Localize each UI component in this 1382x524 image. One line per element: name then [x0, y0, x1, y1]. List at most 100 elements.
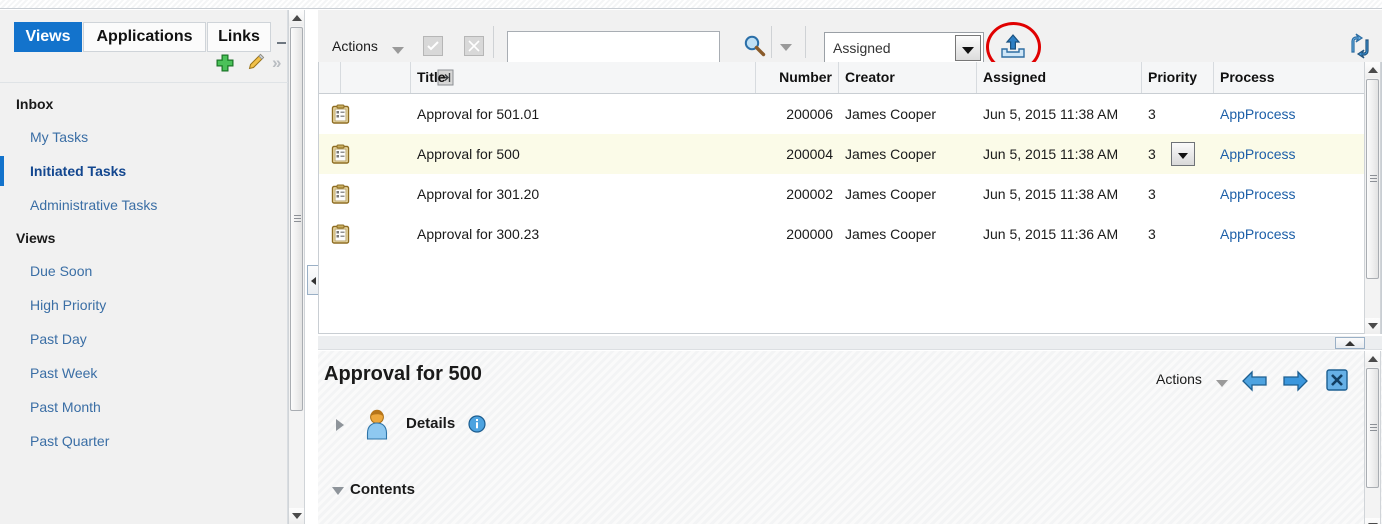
chevron-down-icon[interactable] [392, 47, 404, 54]
close-icon[interactable] [1326, 369, 1348, 391]
cell-title[interactable]: Approval for 500 [411, 134, 756, 174]
cell-process[interactable]: AppProcess [1214, 134, 1364, 174]
table-scrollbar[interactable] [1364, 62, 1381, 334]
priority-dropdown-button[interactable] [1171, 142, 1195, 166]
sidebar-navigation: Inbox My Tasks Initiated Tasks Administr… [0, 88, 288, 458]
cell-title[interactable]: Approval for 300.23 [411, 214, 756, 254]
cell-process[interactable]: AppProcess [1214, 94, 1364, 134]
scrollbar-grip-icon [1370, 424, 1377, 432]
cell-assigned: Jun 5, 2015 11:36 AM [983, 226, 1119, 242]
scroll-down-arrow-icon[interactable] [1365, 518, 1380, 524]
table-header-priority[interactable]: Priority [1142, 62, 1214, 93]
sidebar-tabbar: Views Applications Links [0, 16, 288, 52]
process-link[interactable]: AppProcess [1220, 146, 1295, 162]
arrow-left-icon[interactable] [1242, 369, 1268, 393]
scrollbar-grip-icon [294, 215, 301, 223]
pencil-icon[interactable] [244, 52, 266, 74]
search-icon[interactable] [742, 34, 768, 60]
nav-group-views: Views [16, 230, 56, 246]
cell-process[interactable]: AppProcess [1214, 174, 1364, 214]
tab-links[interactable]: Links [207, 22, 271, 52]
deselect-all-button[interactable] [464, 36, 484, 56]
tab-views[interactable]: Views [14, 22, 82, 52]
sidebar-item-past-day[interactable]: Past Day [0, 322, 288, 356]
tasks-table: Title Number Creator Assigned Priority P… [318, 62, 1382, 334]
toolbar-divider-1 [493, 26, 494, 58]
process-link[interactable]: AppProcess [1220, 186, 1295, 202]
table-row[interactable]: Approval for 301.20 200002 James Cooper … [319, 174, 1381, 214]
chevron-down-icon[interactable] [1216, 380, 1228, 387]
cell-assigned: Jun 5, 2015 11:38 AM [983, 146, 1119, 162]
table-body: Approval for 501.01 200006 James Cooper … [319, 94, 1381, 254]
cell-process[interactable]: AppProcess [1214, 214, 1364, 254]
filter-select-value: Assigned [833, 40, 891, 56]
scroll-down-arrow-icon[interactable] [289, 508, 304, 524]
cell-number: 200006 [786, 106, 833, 122]
scrollbar-thumb[interactable] [1366, 368, 1379, 488]
disclosure-collapsed-icon[interactable] [336, 419, 344, 431]
table-row[interactable]: Approval for 500 200004 James Cooper Jun… [319, 134, 1381, 174]
filter-select-chevron-down-icon[interactable] [955, 35, 981, 61]
plus-icon[interactable] [214, 52, 236, 74]
task-clipboard-icon [331, 104, 350, 124]
table-row[interactable]: Approval for 300.23 200000 James Cooper … [319, 214, 1381, 254]
sidebar-item-initiated-tasks[interactable]: Initiated Tasks [0, 154, 288, 188]
scrollbar-thumb[interactable] [290, 27, 303, 411]
chevron-left-icon [311, 277, 316, 285]
cell-priority: 3 [1148, 226, 1156, 242]
detail-scrollbar[interactable] [1364, 351, 1381, 524]
info-icon[interactable] [468, 415, 486, 433]
sidebar-item-high-priority[interactable]: High Priority [0, 288, 288, 322]
process-link[interactable]: AppProcess [1220, 226, 1295, 242]
scrollbar-grip-icon [1370, 175, 1377, 183]
sidebar-item-past-week[interactable]: Past Week [0, 356, 288, 390]
sidebar-scrollbar[interactable] [288, 10, 305, 524]
refresh-icon[interactable] [1346, 32, 1374, 60]
sidebar-action-icons: » [0, 52, 288, 78]
toolbar-divider-3 [805, 26, 806, 58]
sidebar-item-due-soon[interactable]: Due Soon [0, 254, 288, 288]
person-icon [362, 408, 392, 442]
cell-assigned: Jun 5, 2015 11:38 AM [983, 106, 1119, 122]
chevron-up-icon [1345, 341, 1355, 346]
splitter-collapse-handle[interactable] [1335, 337, 1365, 349]
window-top-strip [0, 0, 1382, 9]
select-all-button[interactable] [423, 36, 443, 56]
search-input[interactable] [507, 31, 720, 63]
left-sidebar: Views Applications Links » Inbox My Task… [0, 10, 288, 524]
task-clipboard-icon [331, 144, 350, 164]
detail-actions-menu[interactable]: Actions [1156, 371, 1202, 387]
scroll-down-arrow-icon[interactable] [1365, 318, 1380, 334]
scroll-up-arrow-icon[interactable] [1365, 351, 1380, 367]
scroll-up-arrow-icon[interactable] [289, 10, 304, 26]
table-header-icon-col [341, 62, 411, 93]
scroll-up-arrow-icon[interactable] [1365, 62, 1380, 78]
tab-applications[interactable]: Applications [83, 22, 206, 52]
sidebar-item-past-month[interactable]: Past Month [0, 390, 288, 424]
page-title: Approval for 500 [324, 363, 482, 385]
sidebar-item-administrative-tasks[interactable]: Administrative Tasks [0, 188, 288, 222]
process-link[interactable]: AppProcess [1220, 106, 1295, 122]
cell-title[interactable]: Approval for 301.20 [411, 174, 756, 214]
filter-select[interactable]: Assigned [824, 32, 984, 64]
disclosure-expanded-icon[interactable] [332, 487, 344, 495]
table-header-number[interactable]: Number [756, 62, 839, 93]
sidebar-item-my-tasks[interactable]: My Tasks [0, 120, 288, 154]
cell-creator: James Cooper [845, 226, 937, 242]
table-header-title[interactable]: Title [411, 62, 756, 93]
panel-splitter[interactable] [318, 336, 1382, 350]
table-header-assigned[interactable]: Assigned [977, 62, 1142, 93]
table-header-process[interactable]: Process [1214, 62, 1364, 93]
task-clipboard-icon [331, 224, 350, 244]
sidebar-divider [0, 82, 288, 83]
toolbar-actions-menu[interactable]: Actions [332, 38, 378, 54]
table-header-creator[interactable]: Creator [839, 62, 977, 93]
task-clipboard-icon [331, 184, 350, 204]
scrollbar-thumb[interactable] [1366, 79, 1379, 279]
cell-creator: James Cooper [845, 146, 937, 162]
search-options-chevron-down-icon[interactable] [780, 44, 792, 51]
arrow-right-icon[interactable] [1282, 369, 1308, 393]
table-row[interactable]: Approval for 501.01 200006 James Cooper … [319, 94, 1381, 134]
cell-title[interactable]: Approval for 501.01 [411, 94, 756, 134]
sidebar-item-past-quarter[interactable]: Past Quarter [0, 424, 288, 458]
